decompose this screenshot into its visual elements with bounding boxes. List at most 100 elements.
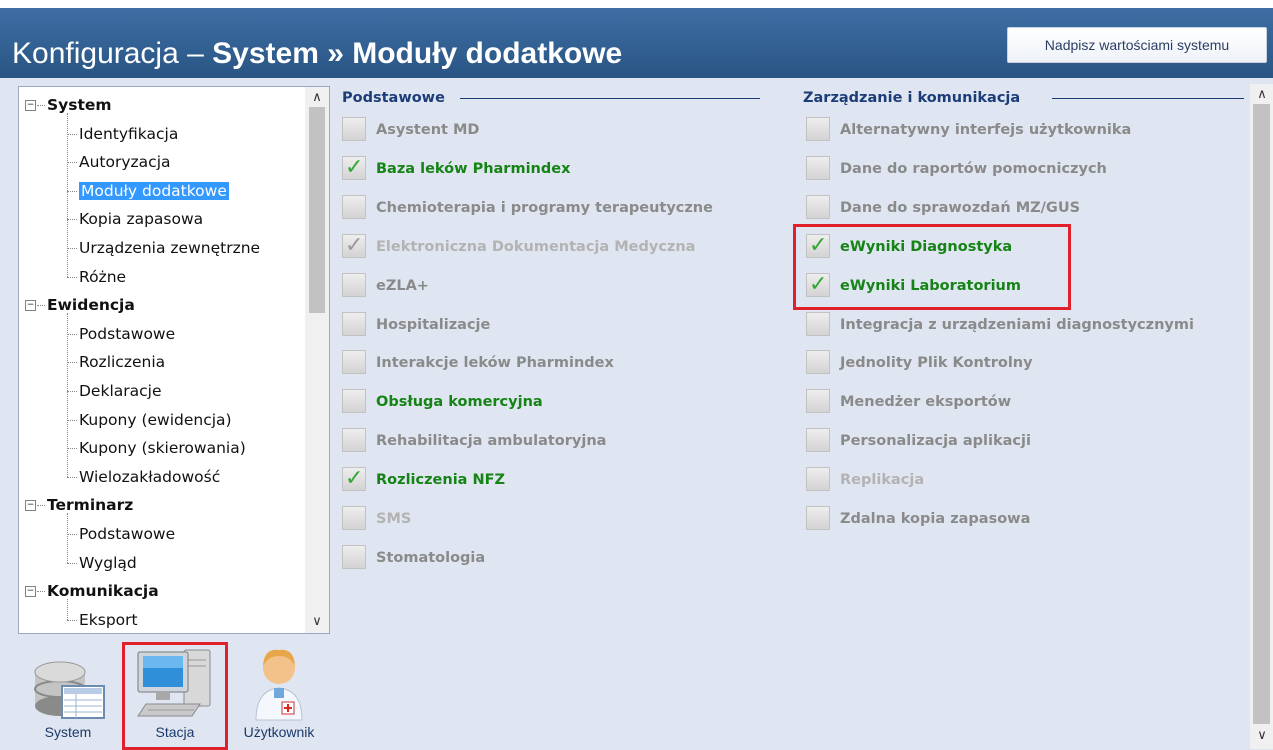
nav-uzytkownik[interactable]: Użytkownik [230, 640, 328, 748]
checkbox[interactable] [806, 428, 830, 453]
tree-item[interactable]: Podstawowe [79, 320, 175, 348]
module-label: Interakcje leków Pharmindex [376, 355, 614, 372]
checkbox[interactable] [806, 506, 830, 530]
content-scrollbar-thumb[interactable] [1253, 104, 1270, 724]
tree-item[interactable]: Kopia zapasowa [79, 205, 203, 233]
page-title-prefix: Konfiguracja – [12, 37, 213, 70]
scroll-down-icon[interactable]: ∨ [305, 613, 329, 631]
module-label: eZLA+ [376, 277, 429, 294]
checkbox[interactable] [342, 311, 366, 336]
tree-group-label[interactable]: Ewidencja [47, 291, 135, 319]
overwrite-with-system-values-button[interactable]: Nadpisz wartościami systemu [1007, 27, 1267, 63]
tree-connector [37, 505, 45, 507]
config-tree[interactable]: − System Identyfikacja Autoryzacja Moduły do… [18, 86, 330, 634]
tree-connector [67, 419, 77, 421]
checkbox[interactable] [806, 350, 830, 375]
checkbox[interactable] [806, 117, 830, 141]
module-label: SMS [376, 511, 412, 527]
section-management-line [1052, 98, 1244, 99]
tree-branch-line [67, 313, 68, 477]
checkbox[interactable]: ✓ [342, 466, 366, 492]
checkbox[interactable] [806, 311, 830, 336]
checkbox[interactable] [342, 544, 366, 569]
tree-expander-icon[interactable]: − [25, 100, 36, 111]
module-label: Stomatologia [376, 549, 486, 566]
tree-connector [67, 562, 77, 564]
module-label: Chemioterapia i programy terapeutyczne [376, 199, 713, 216]
checkbox[interactable] [342, 117, 366, 141]
nav-uzytkownik-label: Użytkownik [243, 724, 315, 740]
tree-item[interactable]: Podstawowe [79, 520, 175, 548]
tree-connector [67, 190, 77, 192]
module-label: Zdalna kopia zapasowa [840, 511, 1031, 527]
section-basic-title: Podstawowe [342, 90, 445, 106]
content-scroll-up-icon[interactable]: ∧ [1250, 86, 1273, 104]
tree-item[interactable]: Eksport [79, 606, 138, 633]
tree-connector [37, 105, 45, 106]
checkmark-icon: ✓ [345, 466, 364, 492]
tree-expander-icon[interactable]: − [25, 500, 36, 512]
checkbox[interactable] [342, 428, 366, 453]
checkbox[interactable] [806, 155, 830, 180]
checkbox[interactable]: ✓ [342, 232, 366, 258]
checkbox[interactable] [342, 389, 366, 414]
header: Konfiguracja – System » Moduły dodatkowe… [0, 0, 1273, 78]
tree-connector [37, 305, 45, 307]
module-label: Asystent MD [376, 122, 480, 138]
section-basic-line [460, 98, 760, 99]
tree-branch-line [67, 599, 68, 620]
tree-group-label[interactable]: Terminarz [47, 491, 133, 519]
tree-expander-icon[interactable]: − [25, 300, 36, 312]
tree-connector [67, 133, 77, 135]
tree-item[interactable]: Kupony (skierowania) [79, 434, 246, 462]
module-label: Rozliczenia NFZ [376, 472, 506, 489]
checkbox[interactable] [806, 389, 830, 414]
tree-item[interactable]: Rozliczenia [79, 348, 165, 376]
module-label: Integracja z urządzeniami diagnostycznym… [840, 316, 1194, 333]
tree-connector [67, 248, 77, 249]
tree-item[interactable]: Moduły dodatkowe [79, 177, 229, 205]
tree-branch-line [67, 513, 68, 563]
tree-connector [37, 591, 45, 593]
checkmark-icon: ✓ [345, 232, 364, 258]
tree-connector [67, 362, 77, 364]
tree-item-selected: Moduły dodatkowe [79, 181, 229, 200]
database-table-icon [34, 661, 105, 719]
module-label: Alternatywny interfejs użytkownika [840, 122, 1132, 138]
tree-item[interactable]: Identyfikacja [79, 120, 178, 148]
tree-group-label[interactable]: System [47, 91, 112, 119]
checkbox[interactable]: ✓ [342, 154, 366, 180]
tree-item[interactable]: Autoryzacja [79, 148, 171, 176]
section-management-title: Zarządzanie i komunikacja [803, 90, 1021, 106]
tree-scrollbar[interactable]: ∧ ∨ [305, 87, 329, 633]
tree-group-label[interactable]: Komunikacja [47, 577, 159, 605]
checkbox[interactable] [342, 506, 366, 530]
scroll-up-icon[interactable]: ∧ [305, 89, 329, 107]
tree-connector [67, 476, 77, 478]
module-label: Replikacja [840, 472, 925, 489]
tree-item[interactable]: Wielozakładowość [79, 463, 220, 491]
nav-system[interactable]: System [20, 640, 116, 748]
tree-connector [67, 276, 77, 278]
checkbox[interactable] [342, 272, 366, 297]
tree-connector [67, 534, 77, 535]
checkbox[interactable] [342, 350, 366, 375]
tree-item[interactable]: Różne [79, 263, 126, 291]
tree-expander-icon[interactable]: − [25, 586, 36, 598]
checkbox[interactable] [806, 467, 830, 492]
tree-connector [67, 391, 77, 392]
checkmark-icon: ✓ [345, 154, 364, 180]
tree-scrollbar-thumb[interactable] [309, 107, 325, 313]
tree-item[interactable]: Kupony (ewidencja) [79, 406, 232, 434]
module-label: Obsługa komercyjna [376, 394, 543, 411]
tree-branch-line [67, 113, 68, 277]
checkbox[interactable] [806, 194, 830, 219]
tree-item[interactable]: Wygląd [79, 549, 137, 577]
checkbox[interactable] [342, 194, 366, 219]
content-scrollbar[interactable]: ∧ ∨ [1250, 84, 1273, 749]
tree-connector [67, 619, 77, 621]
tree-item[interactable]: Deklaracje [79, 377, 162, 405]
tree-item[interactable]: Urządzenia zewnętrzne [79, 234, 260, 262]
content-scroll-down-icon[interactable]: ∨ [1250, 727, 1273, 745]
nav-stacja-highlight [122, 642, 228, 750]
